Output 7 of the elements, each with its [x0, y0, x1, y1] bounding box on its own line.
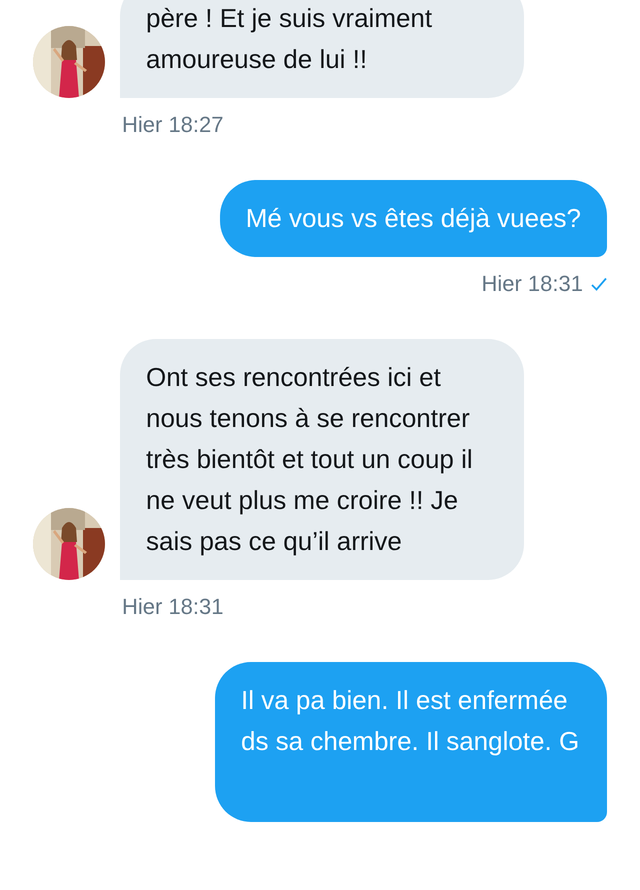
message-time: Hier 18:27	[122, 112, 224, 138]
message-time: Hier 18:31	[481, 271, 583, 297]
message-bubble: père ! Et je suis vraiment amoureuse de lui !!	[120, 0, 524, 98]
message-bubble: Mé vous vs êtes déjà vuees?	[220, 180, 607, 257]
message-time: Hier 18:31	[122, 594, 224, 620]
message-bubble: Ont ses rencontrées ici et nous tenons à se rencontrer très bientôt et tout un coup il ne veut plus me croire !! Je sais pas ce qu’il arrive	[120, 339, 524, 580]
message-bubble: Il va pa bien. Il est enfermée ds sa chembre. Il sanglote. G	[215, 662, 607, 822]
